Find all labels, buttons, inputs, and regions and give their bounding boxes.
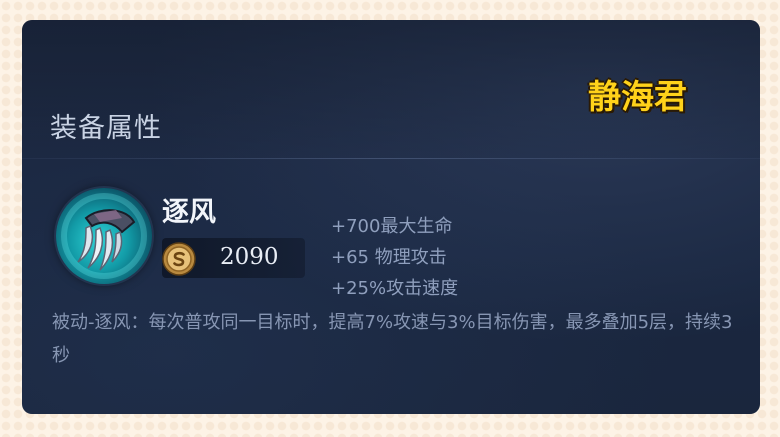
stat-max-health: +700最大生命 [331,216,453,237]
claw-blade-icon[interactable] [56,188,152,284]
item-attributes-panel: 装备属性 静海君 逐风 2090 +700最大生命 +65 物理攻击 +25%攻… [22,20,760,414]
stat-physical-attack: +65 物理攻击 [331,247,447,268]
watermark-text: 静海君 [588,77,687,116]
passive-description: 被动-逐风：每次普攻同一目标时，提高7%攻速与3%目标伤害，最多叠加5层，持续3… [52,312,733,366]
header-divider [22,158,760,159]
stat-attack-speed: +25%攻击速度 [331,278,459,299]
item-price: 2090 [220,244,279,270]
item-name: 逐风 [162,197,216,228]
gold-coin-icon [162,242,196,276]
section-title: 装备属性 [50,113,162,144]
